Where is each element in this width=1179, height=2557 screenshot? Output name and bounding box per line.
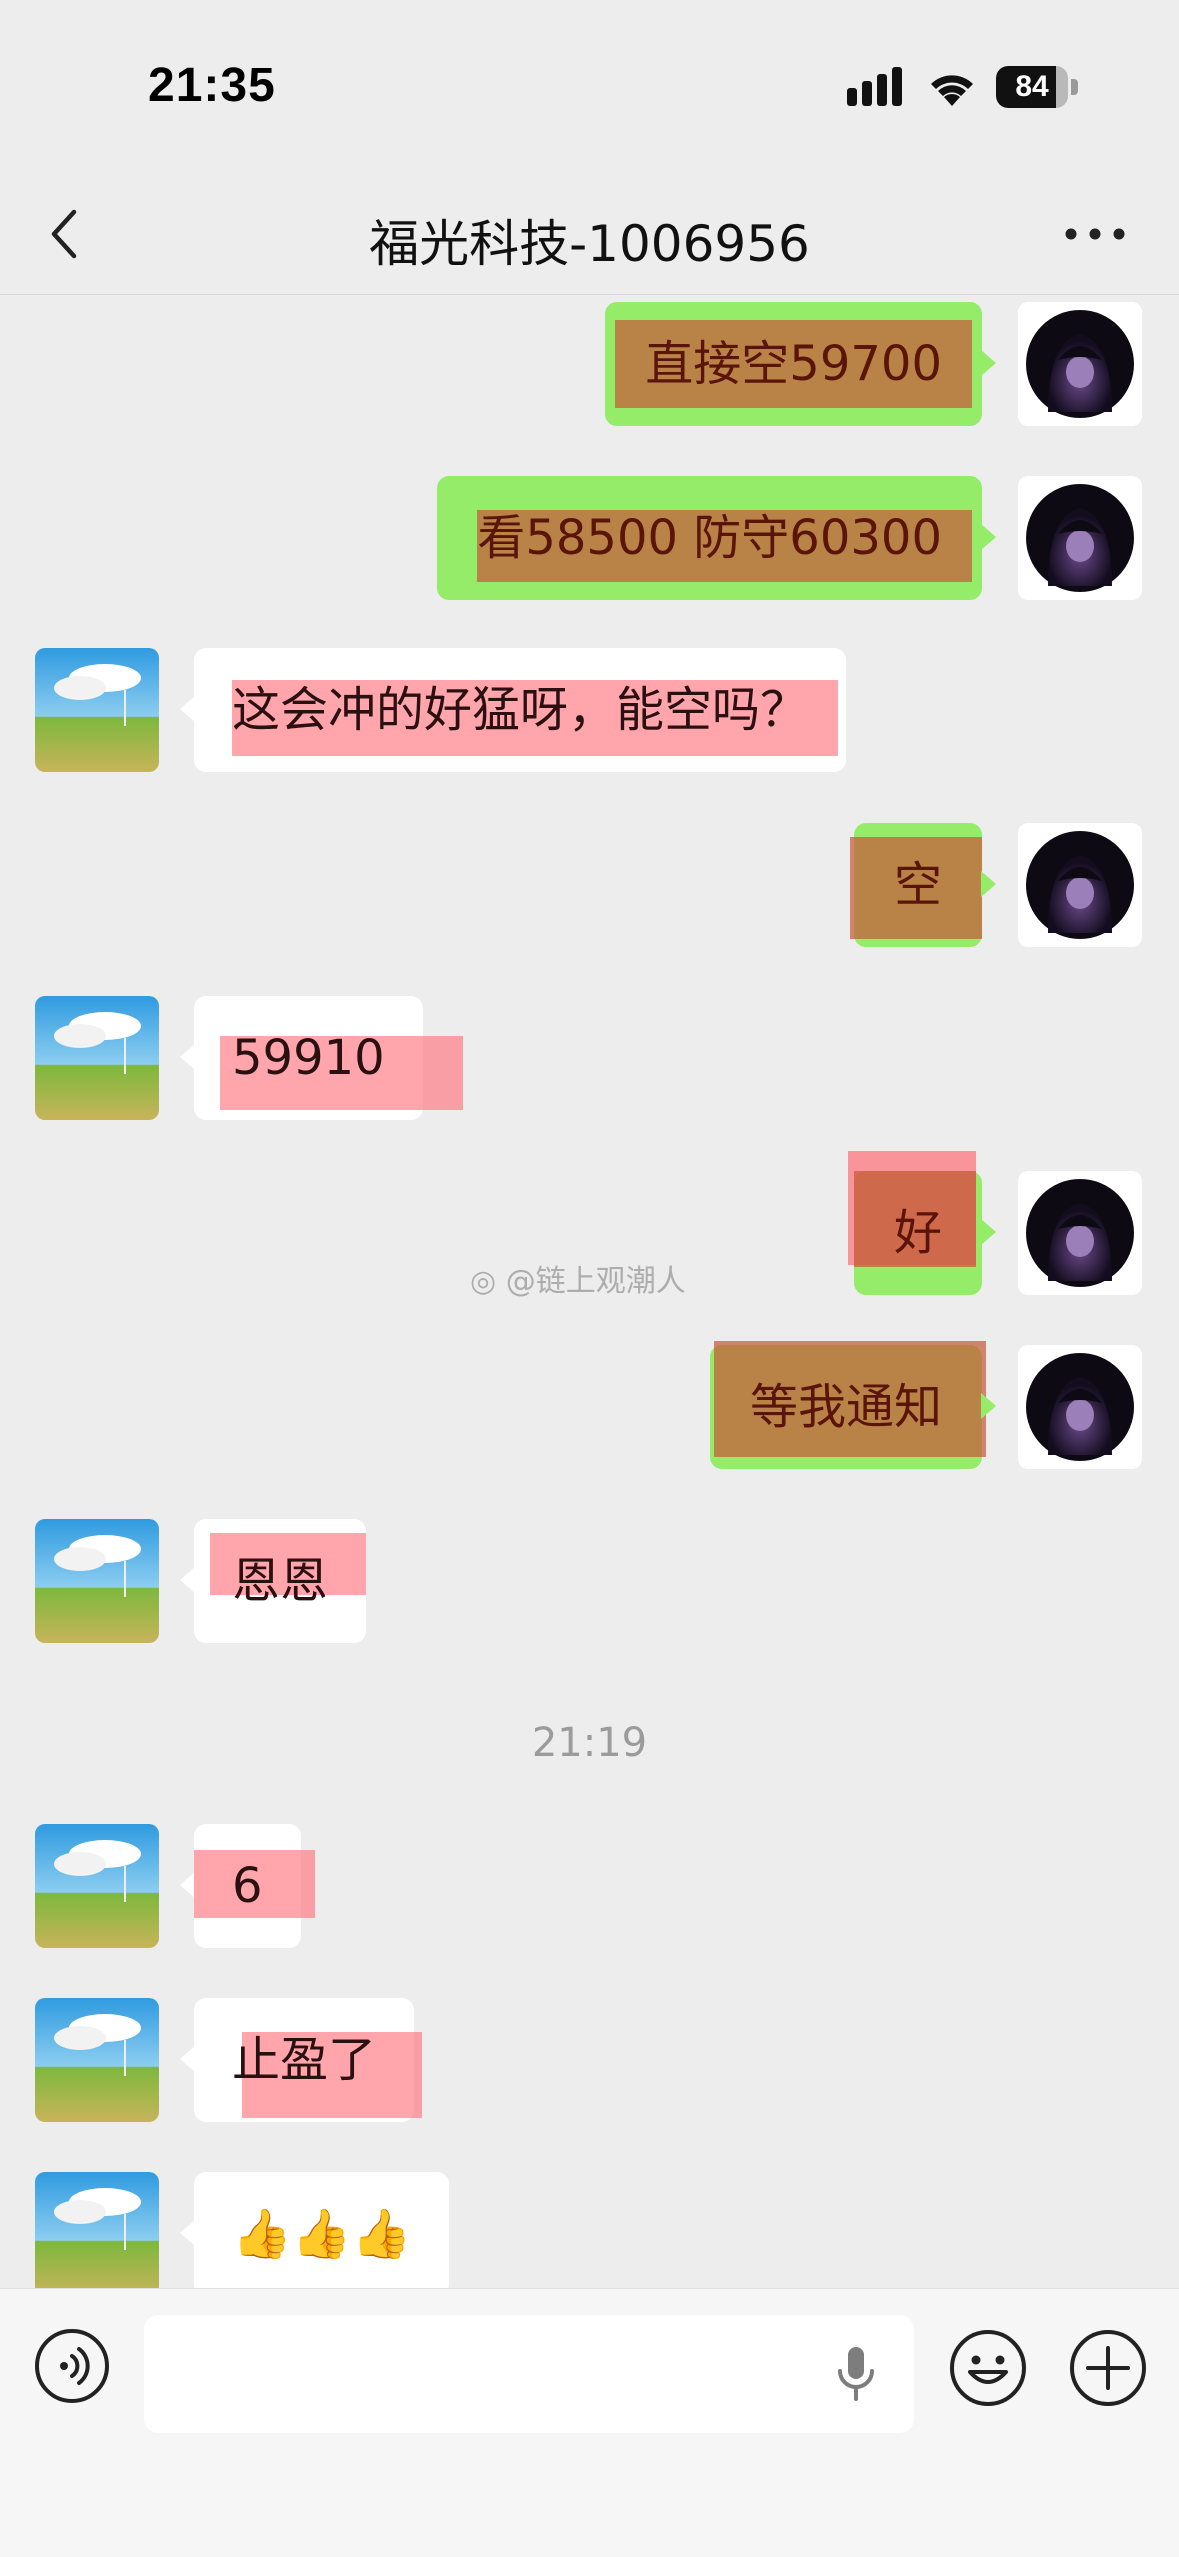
hooded-avatar[interactable] (1018, 823, 1142, 947)
message-bubble[interactable]: 6 (180, 1824, 315, 1948)
input-bar (0, 2288, 1179, 2557)
landscape-avatar[interactable] (35, 648, 159, 772)
message-bubble[interactable]: 看58500 防守60300 (437, 476, 996, 600)
watermark-text: @链上观潮人 (505, 1264, 686, 1299)
landscape-avatar[interactable] (35, 1519, 159, 1643)
battery-indicator: 84 (996, 66, 1080, 108)
wifi-icon (931, 75, 973, 106)
chat-header: 福光科技-1006956 (0, 180, 1179, 295)
message-text: 好 (893, 1205, 942, 1261)
message-incoming: 这会冲的好猛呀，能空吗？ (0, 648, 1179, 772)
hooded-avatar[interactable] (1018, 1171, 1142, 1295)
message-text: 👍👍👍 (232, 2206, 412, 2262)
voice-icon[interactable] (34, 2328, 110, 2404)
message-incoming: 止盈了 (0, 1998, 1179, 2122)
mic-icon[interactable] (826, 2343, 886, 2407)
cellular-signal-icon (847, 67, 902, 106)
message-text: 恩恩 (232, 1553, 329, 1609)
message-text: 59910 (232, 1030, 385, 1086)
message-text: 直接空59700 (645, 336, 942, 392)
message-bubble[interactable]: 👍👍👍 (179, 2172, 450, 2288)
landscape-avatar[interactable] (35, 1824, 159, 1948)
message-bubble[interactable]: 直接空59700 (605, 302, 996, 426)
message-bubble[interactable]: 这会冲的好猛呀，能空吗？ (179, 648, 847, 772)
message-incoming: 恩恩 (0, 1519, 1179, 1643)
hooded-avatar[interactable] (1018, 476, 1142, 600)
emoji-icon[interactable] (948, 2328, 1028, 2408)
landscape-avatar[interactable] (35, 2172, 159, 2288)
message-text: 止盈了 (232, 2032, 377, 2088)
message-incoming: 59910 (0, 996, 1179, 1120)
message-text: 这会冲的好猛呀，能空吗？ (232, 682, 809, 738)
hooded-avatar[interactable] (1018, 302, 1142, 426)
message-text: 6 (232, 1858, 263, 1914)
message-bubble[interactable]: 止盈了 (179, 1998, 423, 2122)
plus-icon[interactable] (1068, 2328, 1148, 2408)
message-outgoing: 看58500 防守60300 (0, 476, 1179, 600)
message-input[interactable] (144, 2315, 914, 2433)
watermark: ◎ @链上观潮人 (470, 1256, 686, 1300)
message-incoming: 👍👍👍 (0, 2172, 1179, 2288)
landscape-avatar[interactable] (35, 996, 159, 1120)
message-bubble[interactable]: 恩恩 (179, 1519, 367, 1643)
message-bubble[interactable]: 空 (849, 823, 997, 947)
battery-percentage: 84 (1015, 70, 1049, 103)
hooded-avatar[interactable] (1018, 1345, 1142, 1469)
message-incoming: 6 (0, 1824, 1179, 1948)
weibo-icon: ◎ (470, 1264, 497, 1299)
message-text: 空 (893, 857, 942, 913)
chat-title: 福光科技-1006956 (369, 215, 810, 273)
message-bubble[interactable]: 好 (847, 1151, 997, 1295)
message-outgoing: 空 (0, 823, 1179, 947)
message-text: 看58500 防守60300 (477, 510, 942, 566)
message-outgoing: 等我通知 (0, 1341, 1179, 1469)
message-bubble[interactable]: 59910 (180, 996, 463, 1120)
message-outgoing: 直接空59700 (0, 302, 1179, 426)
message-timestamp: 21:19 (531, 1720, 648, 1766)
status-time: 21:35 (148, 59, 276, 112)
message-text: 等我通知 (749, 1379, 942, 1435)
message-bubble[interactable]: 等我通知 (709, 1341, 997, 1469)
more-dots-icon[interactable] (1060, 204, 1130, 264)
landscape-avatar[interactable] (35, 1998, 159, 2122)
